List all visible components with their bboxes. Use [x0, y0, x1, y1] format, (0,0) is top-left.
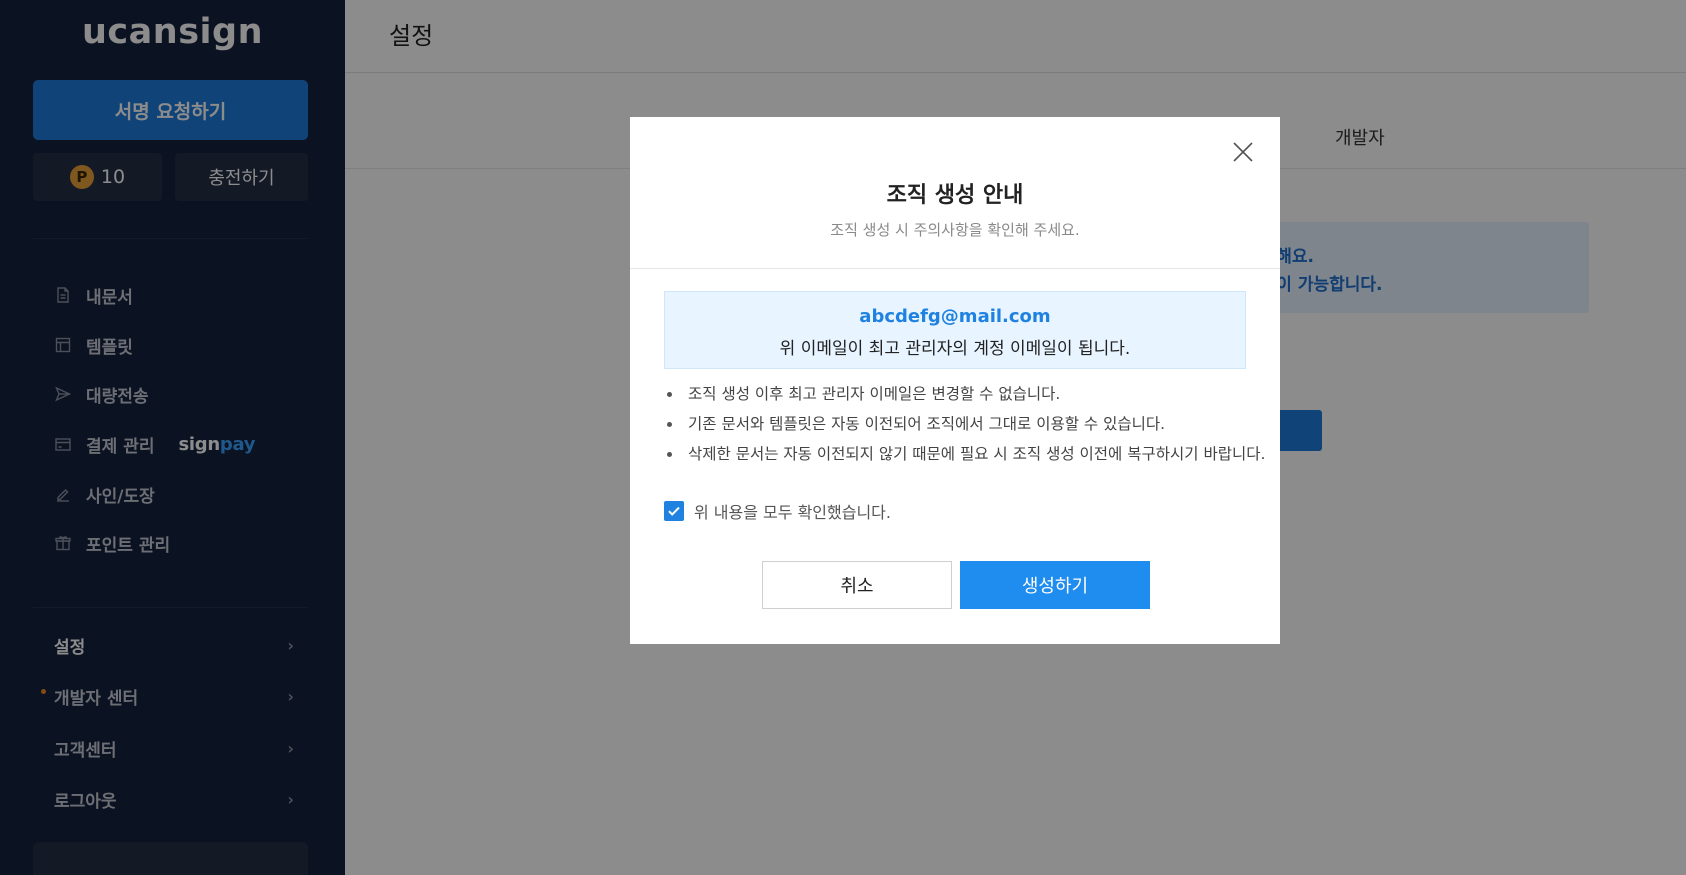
notice-item: 삭제한 문서는 자동 이전되지 않기 때문에 필요 시 조직 생성 이전에 복구…: [664, 439, 1265, 469]
notice-item: 조직 생성 이후 최고 관리자 이메일은 변경할 수 없습니다.: [664, 379, 1254, 409]
modal-divider: [630, 268, 1280, 269]
close-icon[interactable]: [1230, 139, 1256, 165]
cancel-button[interactable]: 취소: [762, 561, 952, 609]
notice-list: 조직 생성 이후 최고 관리자 이메일은 변경할 수 없습니다. 기존 문서와 …: [664, 379, 1265, 469]
modal-subtitle: 조직 생성 시 주의사항을 확인해 주세요.: [830, 221, 1080, 239]
organization-create-modal: 조직 생성 안내 조직 생성 시 주의사항을 확인해 주세요. abcdefg@…: [630, 117, 1280, 644]
admin-email-box: abcdefg@mail.com 위 이메일이 최고 관리자의 계정 이메일이 …: [664, 291, 1246, 369]
confirm-label[interactable]: 위 내용을 모두 확인했습니다.: [694, 499, 891, 523]
create-button[interactable]: 생성하기: [960, 561, 1150, 609]
confirm-checkbox[interactable]: [664, 501, 684, 521]
notice-item: 기존 문서와 템플릿은 자동 이전되어 조직에서 그대로 이용할 수 있습니다.: [664, 409, 1254, 439]
modal-title: 조직 생성 안내: [886, 183, 1024, 208]
confirm-row[interactable]: 위 내용을 모두 확인했습니다.: [664, 500, 891, 522]
admin-email-note: 위 이메일이 최고 관리자의 계정 이메일이 됩니다.: [779, 339, 1131, 359]
admin-email: abcdefg@mail.com: [859, 306, 1051, 327]
